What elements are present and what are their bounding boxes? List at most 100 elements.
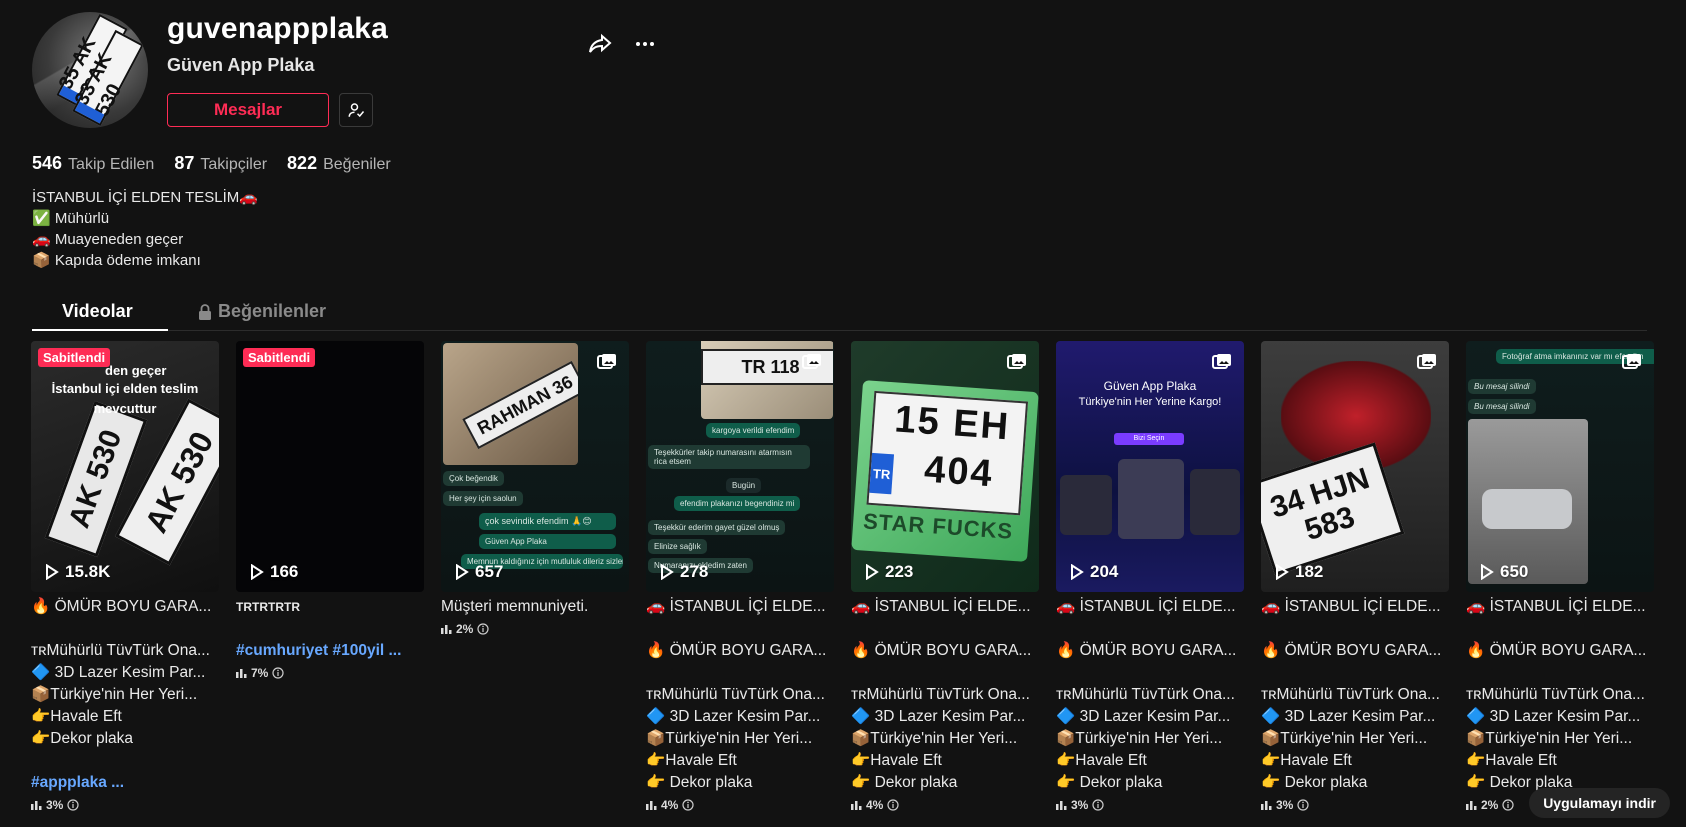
display-name: Güven App Plaka [167, 55, 315, 75]
bar-chart-icon [646, 801, 657, 810]
chat-bubble: Her şey için saolun [443, 491, 523, 506]
pinned-badge: Sabitlendi [243, 348, 316, 367]
play-icon [1276, 564, 1289, 580]
thumb-text: mevcuttur [93, 401, 157, 416]
hashtag-link[interactable]: #cumhuriyet #100yil ... [236, 640, 424, 662]
avatar[interactable]: 35 AK 530 33 AK 530 [32, 12, 148, 128]
bio-line: 🚗 Muayeneden geçer [32, 231, 184, 248]
engagement-metric: 3% [1056, 798, 1244, 812]
info-icon[interactable] [67, 799, 79, 811]
thumb-headline: Güven App Plaka [1103, 379, 1197, 393]
messages-button[interactable]: Mesajlar [167, 93, 329, 127]
thumb-cta: Bizi Seçin [1114, 433, 1184, 445]
video-card[interactable]: Fotoğraf atma imkanınız var mı efendim B… [1466, 341, 1654, 812]
photo-mode-icon [1417, 353, 1437, 376]
lock-icon [199, 303, 211, 320]
chat-bubble: Bugün [726, 478, 762, 493]
view-count: 657 [455, 562, 503, 582]
view-count: 278 [660, 562, 708, 582]
bar-chart-icon [31, 801, 42, 810]
engagement-metric: 3% [31, 798, 219, 812]
view-count: 204 [1070, 562, 1118, 582]
more-options-icon[interactable] [632, 32, 658, 61]
thumb-text: den geçer [105, 363, 167, 378]
video-caption: 🚗 İSTANBUL İÇİ ELDE... 🔥 ÖMÜR BOYU GARA.… [646, 598, 827, 791]
video-caption: 🚗 İSTANBUL İÇİ ELDE... 🔥 ÖMÜR BOYU GARA.… [1056, 598, 1237, 791]
share-icon[interactable] [587, 32, 613, 61]
bar-chart-icon [1466, 801, 1477, 810]
bio-line: 📦 Kapıda ödeme imkanı [32, 252, 201, 269]
play-icon [251, 564, 264, 580]
view-count: 166 [250, 562, 298, 582]
video-thumbnail[interactable]: Sabitlendi 166 [236, 341, 424, 592]
info-icon[interactable] [1502, 799, 1514, 811]
engagement-metric: 3% [1261, 798, 1449, 812]
engagement-metric: 7% [236, 666, 424, 680]
photo-mode-icon [1212, 353, 1232, 376]
play-icon [456, 564, 469, 580]
video-card[interactable]: RAHMAN 36 Çok beğendik Her şey için saol… [441, 341, 629, 812]
chat-bubble: Çok beğendik [443, 471, 504, 486]
video-caption: Müşteri memnuniyeti. [441, 598, 589, 615]
bar-chart-icon [1261, 801, 1272, 810]
video-caption: 🚗 İSTANBUL İÇİ ELDE... 🔥 ÖMÜR BOYU GARA.… [1261, 598, 1442, 791]
video-card[interactable]: AK 530 AK 530 den geçer İstanbul içi eld… [31, 341, 219, 812]
video-thumbnail[interactable]: 34 HJN 583 182 [1261, 341, 1449, 592]
video-card[interactable]: TR 15 EH 404 STAR FUCKS 223 🚗 İSTANBUL İ… [851, 341, 1039, 812]
thumb-headline: Türkiye'nin Her Yerine Kargo! [1078, 396, 1222, 408]
chat-bubble: Güven App Plaka [479, 534, 616, 549]
info-icon[interactable] [682, 799, 694, 811]
info-icon[interactable] [887, 799, 899, 811]
thumb-plate: RAHMAN 36 [462, 360, 578, 450]
user-check-icon [348, 103, 365, 118]
thumb-plate: 15 EH [893, 398, 1012, 449]
play-icon [661, 564, 674, 580]
tab-videos[interactable]: Videolar [62, 301, 133, 322]
photo-mode-icon [597, 353, 617, 376]
video-card[interactable]: Sabitlendi 166 TRTRTRTR #cumhuriyet #100… [236, 341, 424, 812]
bar-chart-icon [1056, 801, 1067, 810]
info-icon[interactable] [477, 623, 489, 635]
photo-mode-icon [1622, 353, 1642, 376]
view-count: 182 [1275, 562, 1323, 582]
chat-bubble: Teşekkürler takip numarasını atarmısın r… [648, 445, 810, 469]
video-thumbnail[interactable]: Güven App Plaka Türkiye'nin Her Yerine K… [1056, 341, 1244, 592]
plate-band: TR [869, 452, 895, 495]
bio: İSTANBUL İÇİ ELDEN TESLİM🚗 ✅ Mühürlü 🚗 M… [32, 187, 258, 271]
bio-line: ✅ Mühürlü [32, 210, 110, 227]
video-thumbnail[interactable]: RAHMAN 36 Çok beğendik Her şey için saol… [441, 341, 629, 592]
info-icon[interactable] [1297, 799, 1309, 811]
bar-chart-icon [851, 801, 862, 810]
video-grid: AK 530 AK 530 den geçer İstanbul içi eld… [31, 341, 1654, 812]
play-icon [46, 564, 59, 580]
bar-chart-icon [236, 669, 247, 678]
followers-count[interactable]: 87 Takipçiler [174, 153, 267, 174]
video-thumbnail[interactable]: AK 530 AK 530 den geçer İstanbul içi eld… [31, 341, 219, 592]
thumb-plate: 404 [922, 448, 996, 496]
photo-mode-icon [802, 353, 822, 376]
bar-chart-icon [441, 625, 452, 634]
video-thumbnail[interactable]: Fotoğraf atma imkanınız var mı efendim B… [1466, 341, 1654, 592]
thumb-text: İstanbul içi elden teslim [51, 381, 199, 396]
video-card[interactable]: Güven App Plaka Türkiye'nin Her Yerine K… [1056, 341, 1244, 812]
download-app-button[interactable]: Uygulamayı indir [1529, 788, 1670, 818]
info-icon[interactable] [272, 667, 284, 679]
chat-bubble: Teşekkür ederim gayet güzel olmuş [648, 520, 786, 535]
username: guvenappplaka [167, 12, 388, 45]
video-thumbnail[interactable]: TR 118 kargoya verildi efendim Teşekkürl… [646, 341, 834, 592]
video-card[interactable]: TR 118 kargoya verildi efendim Teşekkürl… [646, 341, 834, 812]
chat-bubble: Bu mesaj silindi [1468, 379, 1536, 394]
video-thumbnail[interactable]: TR 15 EH 404 STAR FUCKS 223 [851, 341, 1039, 592]
following-count[interactable]: 546 Takip Edilen [32, 153, 154, 174]
engagement-metric: 4% [646, 798, 834, 812]
info-icon[interactable] [1092, 799, 1104, 811]
chat-bubble: kargoya verildi efendim [706, 423, 801, 438]
tab-liked-label: Beğenilenler [218, 301, 327, 321]
hashtag-link[interactable]: #appplaka ... [31, 772, 219, 794]
tab-liked[interactable]: Beğenilenler [198, 301, 326, 322]
play-icon [1071, 564, 1084, 580]
follow-user-button[interactable] [339, 93, 373, 127]
likes-count: 822 Beğeniler [287, 153, 391, 173]
video-card[interactable]: 34 HJN 583 182 🚗 İSTANBUL İÇİ ELDE... 🔥 … [1261, 341, 1449, 812]
bio-line: İSTANBUL İÇİ ELDEN TESLİM🚗 [32, 189, 258, 206]
